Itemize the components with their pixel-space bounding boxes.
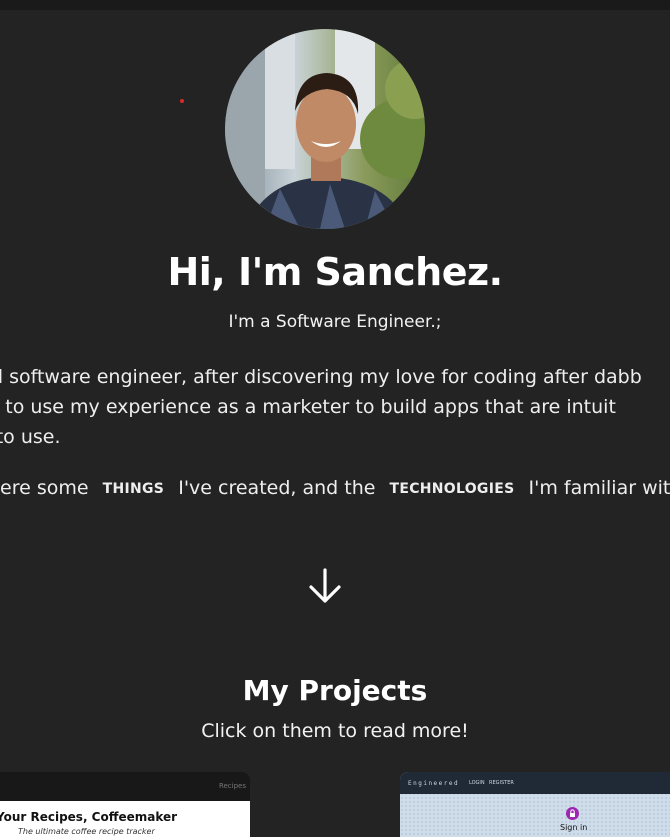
profile-photo xyxy=(225,29,425,229)
project-card-engineered[interactable]: Engineered LOGIN REGISTER Sign in xyxy=(400,772,670,837)
bio-line-2: ted to use my experience as a marketer t… xyxy=(0,396,616,418)
card-subtitle: The ultimate coffee recipe tracker xyxy=(18,827,155,836)
card-nav-login: LOGIN xyxy=(469,780,485,786)
card-title: Your Recipes, Coffeemaker xyxy=(0,810,178,824)
card-brand: Engineered xyxy=(408,780,460,787)
projects-title: My Projects xyxy=(242,674,428,707)
card-corner-label: Recipes xyxy=(218,782,246,790)
card-signin-label: Sign in xyxy=(560,823,588,832)
technologies-link[interactable]: TECHNOLOGIES xyxy=(381,481,522,497)
card-nav-register: REGISTER xyxy=(489,780,514,786)
bio-line-3: e to use. xyxy=(0,426,61,448)
things-prefix: ere some xyxy=(0,477,89,499)
things-link[interactable]: THINGS xyxy=(95,481,173,497)
cursor-dot xyxy=(180,99,184,103)
hero-bio: d software engineer, after discovering m… xyxy=(0,362,670,452)
project-card-coffeemaker[interactable]: Recipes Your Recipes, Coffeemaker The ul… xyxy=(0,772,250,837)
top-strip xyxy=(0,0,670,10)
things-line: ere some THINGS I've created, and the TE… xyxy=(0,477,670,499)
avatar xyxy=(225,29,425,229)
arrow-down-icon[interactable] xyxy=(305,566,345,606)
lock-icon xyxy=(566,807,579,820)
bio-line-1: d software engineer, after discovering m… xyxy=(0,366,642,388)
hero-role: I'm a Software Engineer.; xyxy=(228,312,442,332)
hero-headline: Hi, I'm Sanchez. xyxy=(167,250,503,294)
projects-subtitle: Click on them to read more! xyxy=(201,720,469,742)
things-middle: I've created, and the xyxy=(178,477,376,499)
things-suffix: I'm familiar with. xyxy=(528,477,670,499)
